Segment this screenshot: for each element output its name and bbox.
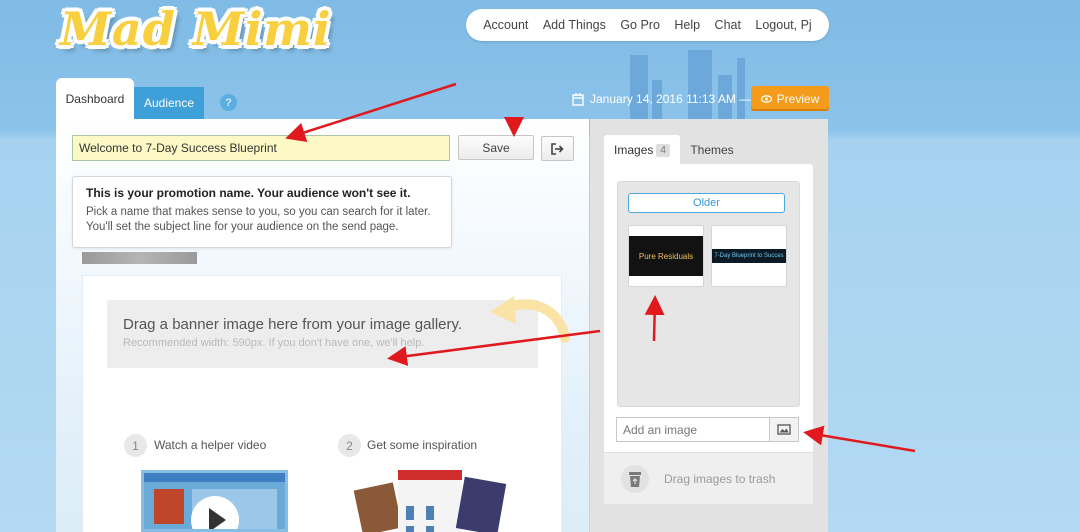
- older-images-button[interactable]: Older: [628, 193, 785, 213]
- tab-themes[interactable]: Themes: [680, 135, 744, 165]
- video-image-block: [154, 489, 184, 524]
- tooltip-title: This is your promotion name. Your audien…: [86, 186, 411, 200]
- tooltip-line: Pick a name that makes sense to you, so …: [86, 206, 431, 218]
- step-2-badge: 2: [338, 434, 361, 457]
- thumbnail-caption: 7-Day Blueprint to Succes: [714, 253, 784, 259]
- thumbnail-image: 7-Day Blueprint to Succes: [712, 249, 786, 263]
- sign-out-icon: [551, 142, 564, 155]
- play-icon: [191, 496, 239, 529]
- nav-logout[interactable]: Logout, Pj: [755, 18, 811, 32]
- help-icon[interactable]: ?: [220, 94, 237, 111]
- step-1-label[interactable]: Watch a helper video: [154, 438, 266, 452]
- nav-chat[interactable]: Chat: [715, 18, 741, 32]
- promotion-name-input[interactable]: Welcome to 7-Day Success Blueprint: [72, 135, 450, 161]
- datetime-text: January 14, 2016 11:13 AM —: [590, 92, 752, 106]
- banner-drop-zone[interactable]: Drag a banner image here from your image…: [107, 300, 538, 368]
- thumbnail-image: Pure Residuals: [629, 236, 703, 276]
- eye-icon: [760, 94, 772, 103]
- images-count-badge: 4: [656, 143, 670, 157]
- curved-arrow-icon: [490, 296, 570, 343]
- preview-label: Preview: [776, 91, 820, 106]
- tab-dashboard[interactable]: Dashboard: [56, 78, 134, 120]
- banner-drop-hint: Recommended width: 590px. If you don't h…: [123, 337, 425, 349]
- add-image-input[interactable]: Add an image: [616, 417, 770, 442]
- save-button[interactable]: Save: [458, 135, 534, 160]
- inspiration-thumbnail[interactable]: [353, 470, 507, 532]
- tab-images[interactable]: Images 4: [604, 135, 680, 165]
- promotion-name-tooltip: This is your promotion name. Your audien…: [72, 176, 452, 248]
- nav-help[interactable]: Help: [674, 18, 700, 32]
- helper-video-thumbnail[interactable]: [141, 470, 288, 532]
- gallery-image-thumbnail[interactable]: 7-Day Blueprint to Succes: [711, 225, 787, 287]
- step-1-badge: 1: [124, 434, 147, 457]
- add-image-button[interactable]: [769, 417, 799, 442]
- nav-account[interactable]: Account: [483, 18, 528, 32]
- sample-email-card: [353, 482, 403, 532]
- sample-email-card: [398, 470, 462, 532]
- tooltip-line: You'll set the subject line for your aud…: [86, 221, 399, 233]
- loading-bar: [82, 252, 197, 264]
- video-topbar: [144, 473, 285, 482]
- trash-label: Drag images to trash: [664, 471, 776, 486]
- banner-drop-title: Drag a banner image here from your image…: [123, 316, 463, 333]
- trash-drop-zone[interactable]: Drag images to trash: [604, 452, 813, 504]
- top-nav: Account Add Things Go Pro Help Chat Logo…: [466, 9, 829, 41]
- tab-audience[interactable]: Audience: [134, 87, 204, 119]
- nav-go-pro[interactable]: Go Pro: [620, 18, 660, 32]
- step-2-label[interactable]: Get some inspiration: [367, 438, 477, 452]
- sample-email-card: [455, 476, 507, 532]
- mad-mimi-logo[interactable]: Mad Mimi: [60, 2, 331, 56]
- image-icon: [777, 424, 791, 435]
- image-gallery: [617, 181, 800, 407]
- calendar-icon: [572, 92, 584, 106]
- thumbnail-caption: Pure Residuals: [638, 251, 694, 261]
- preview-button[interactable]: Preview: [751, 86, 829, 111]
- images-tab-label: Images: [614, 143, 654, 157]
- exit-button[interactable]: [541, 136, 574, 161]
- gallery-image-thumbnail[interactable]: Pure Residuals: [628, 225, 704, 287]
- promotion-timestamp: January 14, 2016 11:13 AM —: [572, 92, 751, 106]
- trash-icon: [621, 464, 649, 493]
- nav-add-things[interactable]: Add Things: [543, 18, 606, 32]
